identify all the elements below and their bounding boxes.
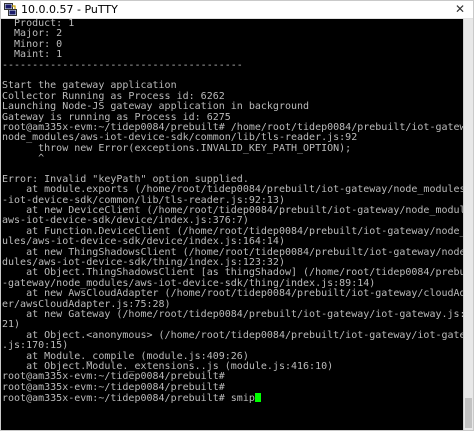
terminal-line: at new Gateway (/home/root/tidep0084/pre… [2,308,463,320]
title-bar[interactable]: 10.0.0.57 - PuTTY ✕ [1,1,473,19]
vertical-scrollbar[interactable] [463,19,473,430]
close-icon[interactable]: ✕ [453,1,467,17]
command-prompt-line[interactable]: root@am335x-evm:~/tidep0084/prebuilt# sm… [2,393,463,405]
putty-window: 10.0.0.57 - PuTTY ✕ Product: 1 Major: 2 … [0,0,474,431]
text-cursor [254,393,261,403]
terminal-line: Major: 2 [2,28,63,40]
terminal-line: Product: 1 [2,19,75,29]
terminal-line: root@am335x-evm:~/tidep0084/prebuilt# [2,381,225,393]
window-title: 10.0.0.57 - PuTTY [21,3,118,16]
scrollbar-thumb[interactable] [465,398,472,428]
terminal-line: ---------------------------------------- [2,59,243,71]
terminal-line: Launching Node-JS gateway application in… [2,101,310,113]
terminal-line: .js:170:15) [2,340,69,352]
typed-command[interactable]: smip [231,393,255,404]
terminal-line: throw new Error(exceptions.INVALID_KEY_P… [2,142,352,154]
terminal-line: ^ [2,153,45,165]
terminal-line: at Object.<anonymous> (/home/root/tidep0… [2,329,463,341]
terminal-line: at new AwsCloudAdapter (/home/root/tidep… [2,288,463,300]
terminal-area[interactable]: Product: 1 Major: 2 Minor: 0 Maint: 1 ---… [1,19,463,430]
terminal-line: Maint: 1 [2,49,63,61]
terminal-line: Minor: 0 [2,38,63,50]
terminal-output: Product: 1 Major: 2 Minor: 0 Maint: 1 ---… [2,19,463,405]
putty-app-icon[interactable] [4,3,17,16]
prompt-text: root@am335x-evm:~/tidep0084/prebuilt# [2,393,231,405]
